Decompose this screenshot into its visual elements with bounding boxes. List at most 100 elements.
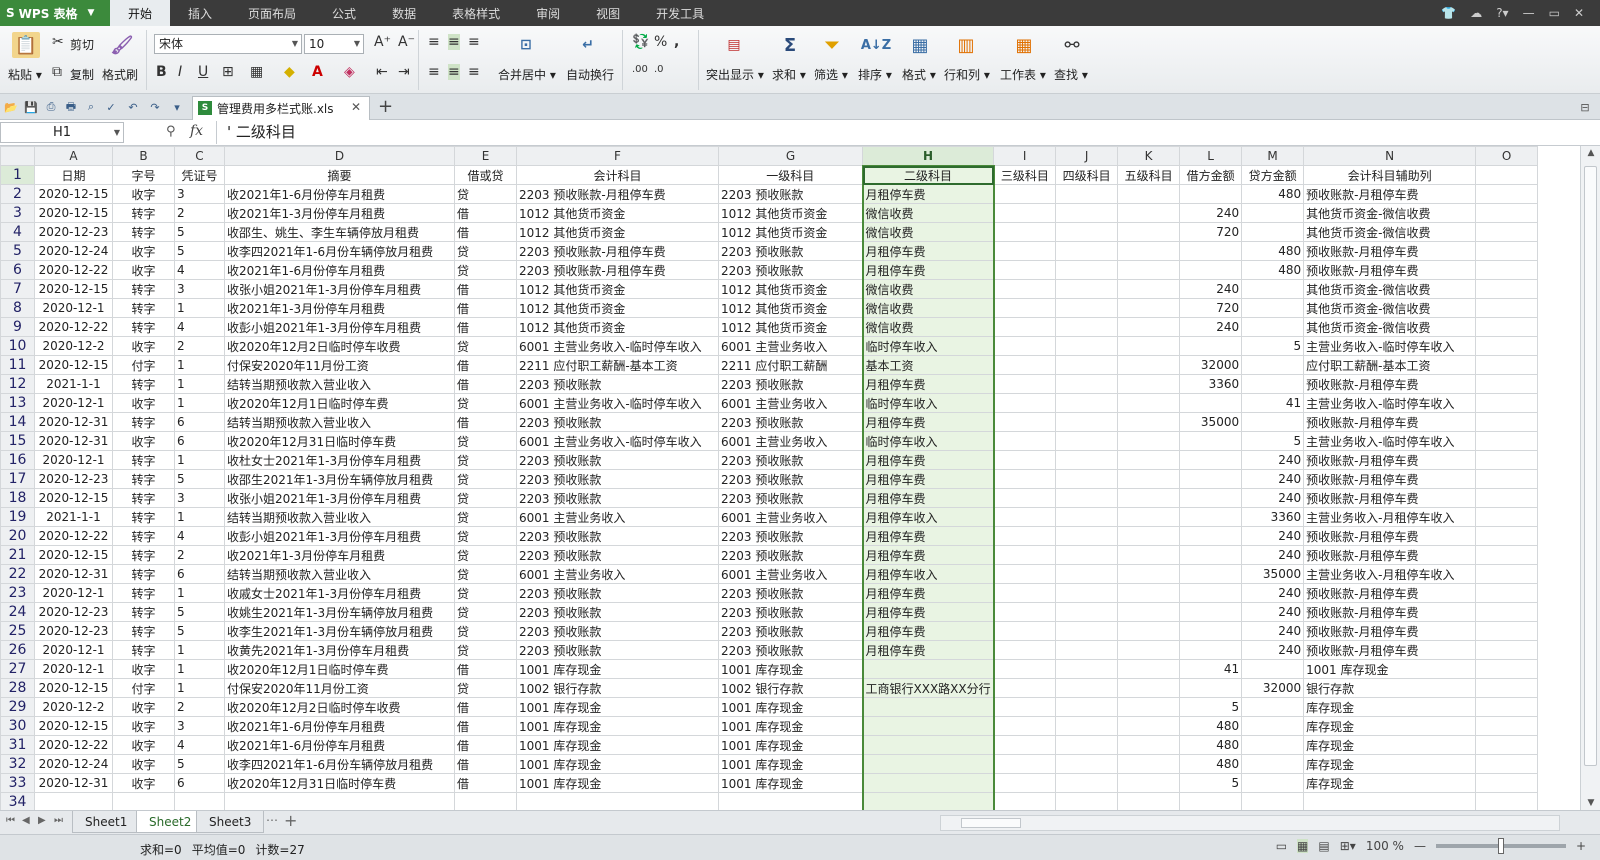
cell-style-icon[interactable]: ▦ xyxy=(250,64,263,80)
cell[interactable] xyxy=(1117,184,1181,204)
cell[interactable]: 1 xyxy=(174,659,225,679)
cell[interactable] xyxy=(861,659,995,679)
cell[interactable] xyxy=(1117,583,1181,603)
cell[interactable]: 1002 银行存款 xyxy=(718,678,863,698)
cell[interactable]: 1 xyxy=(174,678,225,698)
cell[interactable] xyxy=(1241,773,1305,793)
font-color-icon[interactable]: A xyxy=(312,64,323,80)
cell[interactable] xyxy=(1055,203,1119,223)
cell[interactable]: 转字 xyxy=(112,298,175,318)
cell[interactable]: 1 xyxy=(174,583,225,603)
cell[interactable]: 1001 库存现金 xyxy=(516,697,719,717)
cell[interactable] xyxy=(993,374,1057,394)
undo-icon[interactable]: ↶ xyxy=(126,100,140,114)
row-header[interactable]: 27 xyxy=(0,659,35,679)
cell[interactable] xyxy=(993,393,1057,413)
column-header[interactable]: J xyxy=(1055,146,1119,166)
cell[interactable]: 1 xyxy=(174,393,225,413)
cell[interactable]: 1001 库存现金 xyxy=(516,716,719,736)
cell[interactable] xyxy=(993,640,1057,660)
cell[interactable] xyxy=(1055,659,1119,679)
cell[interactable] xyxy=(1179,564,1243,584)
cell[interactable]: 480 xyxy=(1179,716,1243,736)
cell[interactable] xyxy=(993,450,1057,470)
row-header[interactable]: 2 xyxy=(0,184,35,204)
cell[interactable] xyxy=(1475,659,1539,679)
cell[interactable] xyxy=(1055,754,1119,774)
cell[interactable] xyxy=(1117,355,1181,375)
cell[interactable] xyxy=(1055,317,1119,337)
cell[interactable] xyxy=(1117,469,1181,489)
cell[interactable]: 35000 xyxy=(1179,412,1243,432)
cell[interactable]: 预收账款-月租停车费 xyxy=(1303,602,1477,622)
fill-color-icon[interactable]: ◆ xyxy=(284,64,295,80)
cell[interactable]: 预收账款-月租停车费 xyxy=(1303,488,1477,508)
cell[interactable]: 6001 主营业务收入 xyxy=(718,507,863,527)
column-header[interactable]: K xyxy=(1117,146,1181,166)
underline-icon[interactable]: U xyxy=(198,64,208,80)
column-header[interactable]: G xyxy=(718,146,863,166)
cell[interactable] xyxy=(1055,393,1119,413)
cell[interactable] xyxy=(993,659,1057,679)
cell[interactable]: 借 xyxy=(454,203,517,223)
header-cell[interactable]: 借方金额 xyxy=(1179,165,1243,185)
cell[interactable]: 5 xyxy=(174,602,225,622)
cell[interactable] xyxy=(1475,716,1539,736)
cell[interactable]: 贷 xyxy=(454,621,517,641)
restore-icon[interactable]: ▭ xyxy=(1549,6,1560,20)
app-menu-button[interactable]: S WPS 表格 ▼ xyxy=(0,0,110,26)
header-cell[interactable] xyxy=(1475,165,1539,185)
cell[interactable] xyxy=(1117,222,1181,242)
cut-button[interactable]: 剪切 xyxy=(70,36,94,53)
scissors-icon[interactable]: ✂ xyxy=(52,34,64,50)
spellcheck-icon[interactable]: ✓ xyxy=(104,100,118,114)
cell[interactable] xyxy=(1475,602,1539,622)
header-cell[interactable]: 会计科目辅助列 xyxy=(1303,165,1477,185)
rows-cols-button[interactable]: 行和列 ▾ xyxy=(944,66,990,83)
cell[interactable]: 2020-12-31 xyxy=(34,773,113,793)
row-header[interactable]: 9 xyxy=(0,317,35,337)
cell[interactable]: 2020-12-15 xyxy=(34,279,113,299)
cell[interactable] xyxy=(1055,735,1119,755)
cell[interactable]: 1001 库存现金 xyxy=(718,773,863,793)
cell[interactable] xyxy=(1179,507,1243,527)
cell[interactable]: 微信收费 xyxy=(861,222,995,242)
cell[interactable] xyxy=(1475,526,1539,546)
cell[interactable] xyxy=(718,792,863,810)
cell[interactable]: 2020-12-15 xyxy=(34,678,113,698)
cell[interactable]: 借 xyxy=(454,279,517,299)
cell[interactable] xyxy=(1179,792,1243,810)
cell[interactable] xyxy=(1475,298,1539,318)
cell[interactable]: 贷 xyxy=(454,640,517,660)
cell[interactable]: 6001 主营业务收入-临时停车收入 xyxy=(516,336,719,356)
cell[interactable]: 2020-12-22 xyxy=(34,317,113,337)
cell[interactable] xyxy=(993,564,1057,584)
column-header[interactable]: I xyxy=(993,146,1057,166)
row-header[interactable]: 25 xyxy=(0,621,35,641)
cell[interactable]: 480 xyxy=(1179,754,1243,774)
row-header[interactable]: 19 xyxy=(0,507,35,527)
cell[interactable]: 预收账款-月租停车费 xyxy=(1303,450,1477,470)
cell[interactable]: 收字 xyxy=(112,431,175,451)
cell[interactable]: 1012 其他货币资金 xyxy=(718,222,863,242)
cell[interactable]: 收张小姐2021年1-3月份停车月租费 xyxy=(224,279,455,299)
header-cell[interactable]: 贷方金额 xyxy=(1241,165,1305,185)
align-right-icon[interactable]: ≡ xyxy=(468,64,480,80)
row-header[interactable]: 17 xyxy=(0,469,35,489)
cell[interactable] xyxy=(993,355,1057,375)
cell[interactable]: 贷 xyxy=(454,336,517,356)
cell[interactable] xyxy=(1055,184,1119,204)
cell[interactable]: 240 xyxy=(1179,203,1243,223)
cell[interactable] xyxy=(993,241,1057,261)
cell[interactable] xyxy=(1055,355,1119,375)
cell[interactable]: 收字 xyxy=(112,393,175,413)
row-header[interactable]: 4 xyxy=(0,222,35,242)
cell[interactable] xyxy=(1475,773,1539,793)
cell[interactable]: 2203 预收账款 xyxy=(718,374,863,394)
bold-icon[interactable]: B xyxy=(156,64,167,80)
cell[interactable]: 1012 其他货币资金 xyxy=(516,222,719,242)
row-header[interactable]: 31 xyxy=(0,735,35,755)
zoom-formula-icon[interactable]: ⚲ xyxy=(166,124,176,139)
cell[interactable] xyxy=(1241,355,1305,375)
header-cell[interactable]: 四级科目 xyxy=(1055,165,1119,185)
